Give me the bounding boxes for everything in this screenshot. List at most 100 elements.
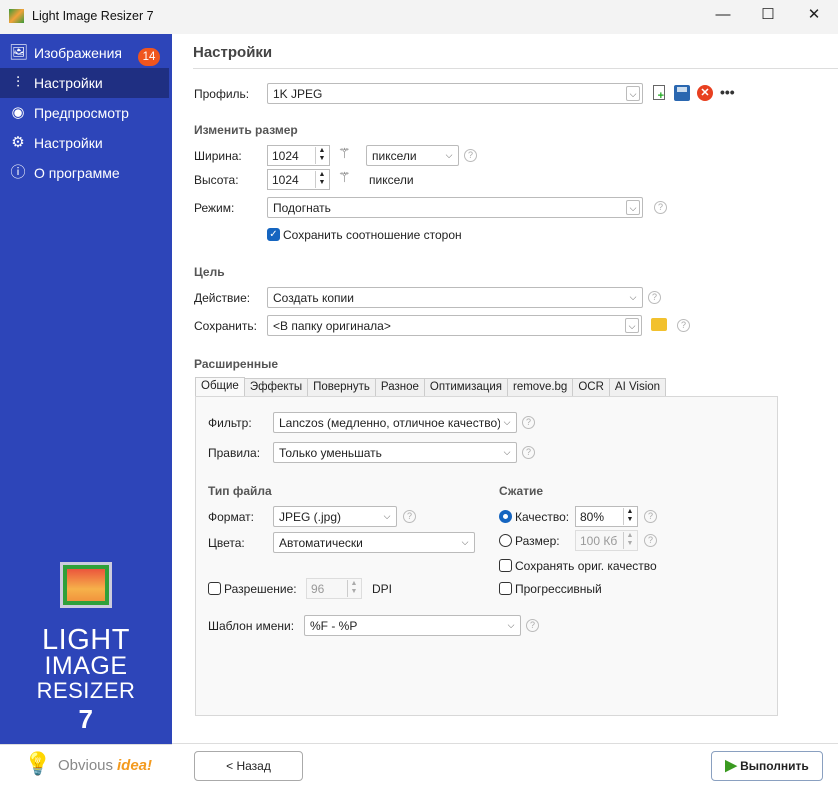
resolution-input[interactable]: 96 ▲ ▼ [306, 578, 362, 599]
colors-value: Автоматически [279, 536, 363, 550]
app-icon [9, 9, 24, 23]
save-profile-icon[interactable] [674, 85, 690, 101]
sidebar-item-preview[interactable]: ◉ Предпросмотр [0, 98, 169, 128]
sidebar: 🖼 Изображения 14 ⫶ Настройки ◉ Предпросм… [0, 34, 172, 744]
folder-icon[interactable] [651, 318, 667, 331]
help-icon[interactable]: ? [522, 416, 535, 429]
chevron-down-icon: ⌵ [626, 290, 640, 305]
keep-ratio-label: Сохранить соотношение сторон [283, 228, 462, 242]
delete-profile-icon[interactable]: ✕ [697, 85, 713, 101]
chevron-down-icon: ⌵ [625, 318, 639, 333]
help-icon[interactable]: ? [644, 510, 657, 523]
spinner-arrows[interactable]: ▲ ▼ [315, 147, 328, 164]
sidebar-item-label: О программе [34, 165, 120, 181]
new-profile-icon[interactable]: + [653, 85, 665, 102]
width-input[interactable]: 1024 ▲ ▼ [267, 145, 330, 166]
section-target-title: Цель [194, 265, 225, 279]
minimize-button[interactable]: — [700, 0, 746, 30]
sidebar-item-label: Настройки [34, 75, 103, 91]
more-options-icon[interactable]: ••• [720, 84, 735, 100]
name-template-value: %F - %P [310, 619, 358, 633]
resolution-checkbox[interactable] [208, 582, 221, 595]
format-select[interactable]: JPEG (.jpg) ⌵ [273, 506, 397, 527]
profile-select[interactable]: 1K JPEG ⌵ [267, 83, 643, 104]
images-count-badge: 14 [138, 48, 160, 66]
height-input[interactable]: 1024 ▲ ▼ [267, 169, 330, 190]
quality-value: 80% [580, 510, 605, 524]
keep-ratio-checkbox[interactable]: ✓ [267, 228, 280, 241]
gear-icon: ⚙ [11, 134, 25, 151]
tab-removebg[interactable]: remove.bg [507, 378, 574, 397]
help-icon[interactable]: ? [526, 619, 539, 632]
footer-divider [172, 743, 838, 744]
size-radio[interactable] [499, 534, 512, 547]
progressive-label: Прогрессивный [515, 582, 602, 596]
help-icon[interactable]: ? [464, 149, 477, 162]
run-label: Выполнить [740, 759, 809, 773]
height-label: Высота: [194, 173, 239, 187]
tab-ocr[interactable]: OCR [572, 378, 610, 397]
sidebar-item-label: Изображения [34, 45, 122, 61]
run-button[interactable]: ▶ Выполнить [711, 751, 823, 781]
width-unit-select[interactable]: пиксели ⌵ [366, 145, 459, 166]
tab-ai-vision[interactable]: AI Vision [608, 378, 667, 397]
profile-value: 1K JPEG [273, 87, 323, 101]
mode-label: Режим: [194, 201, 235, 215]
magic-wand-icon[interactable]: ⚚ [338, 169, 351, 186]
tab-rotate[interactable]: Повернуть [307, 378, 376, 397]
tab-optimization[interactable]: Оптимизация [423, 378, 508, 397]
mode-value: Подогнать [273, 201, 331, 215]
close-button[interactable]: ✕ [791, 0, 837, 30]
height-unit-text: пиксели [369, 173, 414, 187]
width-value: 1024 [272, 149, 299, 163]
help-icon[interactable]: ? [644, 534, 657, 547]
section-resize-title: Изменить размер [194, 123, 298, 137]
quality-radio[interactable] [499, 510, 512, 523]
quality-input[interactable]: 80% ▲ ▼ [575, 506, 638, 527]
tab-general[interactable]: Общие [195, 377, 245, 397]
play-icon: ▶ [725, 757, 737, 774]
name-template-select[interactable]: %F - %P ⌵ [304, 615, 521, 636]
action-select[interactable]: Создать копии ⌵ [267, 287, 643, 308]
spinner-arrows[interactable]: ▲ ▼ [347, 580, 360, 597]
action-label: Действие: [194, 291, 251, 305]
help-icon[interactable]: ? [648, 291, 661, 304]
obviousidea-logo: 💡 Obvious idea! [0, 744, 172, 786]
spinner-arrows[interactable]: ▲ ▼ [623, 508, 636, 525]
title-bar: Light Image Resizer 7 — ☐ ✕ [0, 0, 838, 34]
format-label: Формат: [208, 510, 254, 524]
sidebar-item-settings[interactable]: ⫶ Настройки [0, 68, 169, 98]
lightbulb-icon: 💡 [24, 751, 52, 776]
help-icon[interactable]: ? [522, 446, 535, 459]
unit-value: пиксели [372, 149, 417, 163]
help-icon[interactable]: ? [654, 201, 667, 214]
maximize-button[interactable]: ☐ [745, 0, 791, 30]
spinner-arrows[interactable]: ▲ ▼ [623, 532, 636, 549]
progressive-checkbox[interactable] [499, 582, 512, 595]
chevron-down-icon: ⌵ [500, 415, 514, 430]
help-icon[interactable]: ? [403, 510, 416, 523]
resolution-label: Разрешение: [224, 582, 297, 596]
filter-select[interactable]: Lanczos (медленно, отличное качество) ⌵ [273, 412, 517, 433]
window-title: Light Image Resizer 7 [32, 9, 154, 23]
save-location-select[interactable]: <В папку оригинала> ⌵ [267, 315, 642, 336]
tab-effects[interactable]: Эффекты [243, 378, 309, 397]
sidebar-item-about[interactable]: ⓘ О программе [0, 158, 169, 188]
divider [193, 68, 838, 69]
profile-label: Профиль: [194, 87, 250, 101]
mode-select[interactable]: Подогнать ⌵ [267, 197, 643, 218]
tab-misc[interactable]: Разное [374, 378, 425, 397]
sidebar-item-images[interactable]: 🖼 Изображения 14 [0, 38, 169, 68]
magic-wand-icon[interactable]: ⚚ [338, 145, 351, 162]
brand-text: idea! [117, 757, 153, 774]
back-button[interactable]: < Назад [194, 751, 303, 781]
sliders-icon: ⫶ [16, 74, 20, 91]
help-icon[interactable]: ? [677, 319, 690, 332]
rules-select[interactable]: Только уменьшать ⌵ [273, 442, 517, 463]
spinner-arrows[interactable]: ▲ ▼ [315, 171, 328, 188]
keep-quality-label: Сохранять ориг. качество [515, 559, 657, 573]
colors-select[interactable]: Автоматически ⌵ [273, 532, 475, 553]
keep-quality-checkbox[interactable] [499, 559, 512, 572]
sidebar-item-preferences[interactable]: ⚙ Настройки [0, 128, 169, 158]
size-input[interactable]: 100 Кб ▲ ▼ [575, 530, 638, 551]
